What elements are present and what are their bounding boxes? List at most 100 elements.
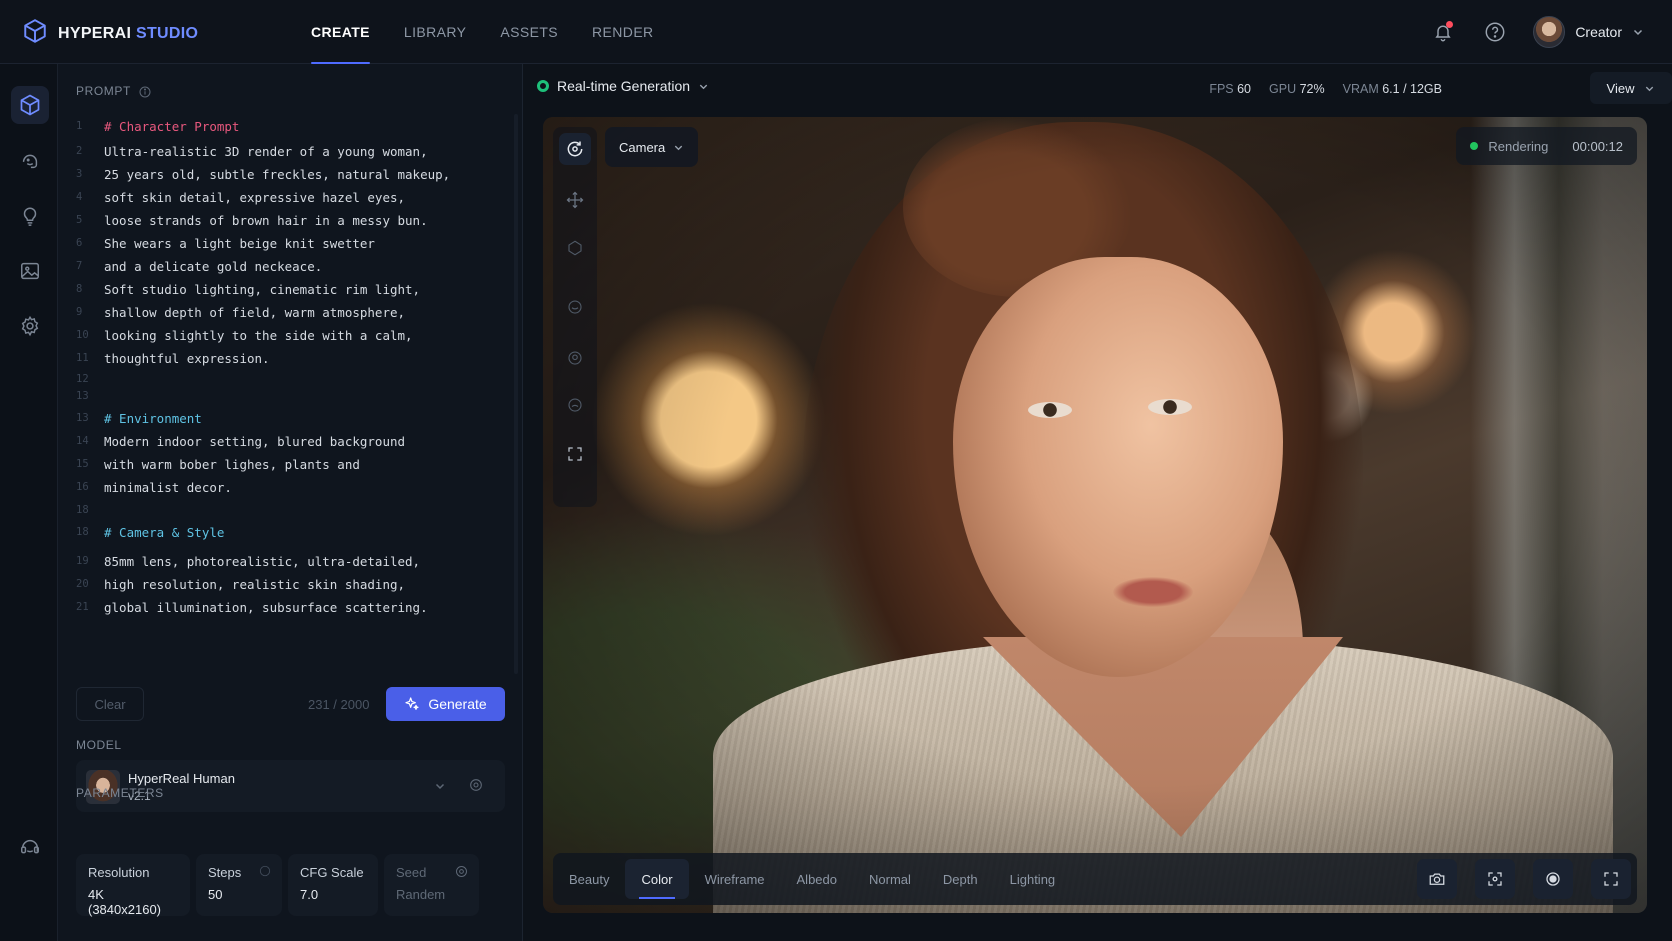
prompt-text: 25 years old, subtle freckles, natural m… xyxy=(104,166,451,182)
code-line: 13 # Environment xyxy=(76,408,202,428)
param-resolution[interactable]: Resolution 4K (3840x2160) xyxy=(76,854,190,917)
prompt-text: global illumination, subsurface scatteri… xyxy=(104,599,428,615)
tool-light[interactable] xyxy=(559,291,591,323)
tab-depth[interactable]: Depth xyxy=(927,859,994,899)
line-number: 13 xyxy=(76,390,89,402)
rail-support[interactable] xyxy=(11,829,49,867)
tab-normal[interactable]: Normal xyxy=(853,859,927,899)
tab-lighting[interactable]: Lighting xyxy=(994,859,1072,899)
expression-icon xyxy=(568,398,582,412)
prompt-scrollbar[interactable] xyxy=(514,114,518,674)
left-rail xyxy=(0,64,62,941)
live-indicator xyxy=(537,80,549,92)
line-number: 18 xyxy=(76,504,89,516)
camera-select[interactable]: Camera xyxy=(605,127,699,167)
param-seed[interactable]: Seed Randem xyxy=(384,854,479,916)
nav-assets[interactable]: ASSETS xyxy=(483,0,575,64)
chevron-down-icon xyxy=(1646,86,1654,91)
rail-ideas[interactable] xyxy=(11,197,49,235)
prompt-text: looking slightly to the side with a calm… xyxy=(104,327,413,343)
render-viewport[interactable]: Camera Rendering 00:00:12 Beauty Color W… xyxy=(543,117,1647,913)
view-label: View xyxy=(1606,80,1635,96)
param-value: 50 xyxy=(208,887,223,902)
prompt-label: PROMPT xyxy=(76,84,151,98)
nav-render[interactable]: RENDER xyxy=(575,0,671,64)
tool-rotate[interactable] xyxy=(559,232,591,264)
character-icon xyxy=(568,351,582,365)
tool-expression[interactable] xyxy=(559,389,591,421)
tool-orbit[interactable] xyxy=(559,133,591,165)
code-line: 13 xyxy=(76,386,104,406)
prompt-text: high resolution, realistic skin shading, xyxy=(104,576,406,592)
prompt-comment: # Camera & Style xyxy=(104,524,225,540)
param-cfg-scale[interactable]: CFG Scale 7.0 xyxy=(288,854,378,916)
generate-button[interactable]: Generate xyxy=(386,687,505,721)
parameters-label: PARAMETERS xyxy=(76,786,164,800)
sparkle-icon xyxy=(405,697,419,710)
prompt-text: shallow depth of field, warm atmosphere, xyxy=(104,304,406,320)
prompt-text: loose strands of brown hair in a messy b… xyxy=(104,212,428,228)
render-pass-bar: Beauty Color Wireframe Albedo Normal Dep… xyxy=(553,853,1637,905)
line-number: 21 xyxy=(76,601,89,613)
line-number: 13 xyxy=(76,412,89,424)
line-number: 1 xyxy=(76,120,83,132)
info-icon xyxy=(139,86,151,98)
help-button[interactable] xyxy=(1481,18,1509,46)
snapshot-button[interactable] xyxy=(1417,859,1457,899)
prompt-text: Soft studio lighting, cinematic rim ligh… xyxy=(104,281,421,297)
code-line: 8 Soft studio lighting, cinematic rim lig… xyxy=(76,279,420,299)
clear-button[interactable]: Clear xyxy=(76,687,144,721)
rail-create[interactable] xyxy=(11,86,62,124)
camera-icon xyxy=(1429,873,1445,885)
line-number: 14 xyxy=(76,435,89,447)
code-line: 2 Ultra-realistic 3D render of a young wo… xyxy=(76,141,428,161)
generation-mode-select[interactable]: Real-time Generation xyxy=(537,78,709,94)
user-menu[interactable]: Creator xyxy=(1533,16,1644,48)
param-name: CFG Scale xyxy=(300,865,364,880)
code-line: 1 # Character Prompt xyxy=(76,116,239,136)
top-bar: HYPERAI STUDIO CREATE LIBRARY ASSETS REN… xyxy=(0,0,1672,64)
chevron-down-icon xyxy=(435,783,445,790)
rail-gallery[interactable] xyxy=(11,252,49,290)
param-steps[interactable]: Steps 50 xyxy=(196,854,282,916)
fps-stat: FPS 60 xyxy=(1209,82,1252,96)
prompt-comment: # Character Prompt xyxy=(104,118,240,134)
tab-albedo[interactable]: Albedo xyxy=(781,859,853,899)
line-number: 2 xyxy=(76,145,83,157)
status-dot xyxy=(1470,142,1479,150)
random-seed-icon xyxy=(456,866,467,877)
move-icon xyxy=(566,191,584,209)
face-icon xyxy=(22,154,38,169)
rail-characters[interactable] xyxy=(11,141,49,179)
tab-wireframe[interactable]: Wireframe xyxy=(689,859,781,899)
nav-create[interactable]: CREATE xyxy=(294,0,387,64)
render-timer: 00:00:12 xyxy=(1572,138,1623,154)
tool-move[interactable] xyxy=(559,184,591,216)
generation-mode-label: Real-time Generation xyxy=(557,78,691,94)
render-status: Rendering 00:00:12 xyxy=(1456,127,1637,165)
view-menu-button[interactable]: View xyxy=(1590,72,1672,104)
tool-frame[interactable] xyxy=(559,438,591,470)
fullscreen-button[interactable] xyxy=(1591,859,1631,899)
generate-label: Generate xyxy=(428,696,487,712)
nav-library[interactable]: LIBRARY xyxy=(387,0,483,64)
record-button[interactable] xyxy=(1533,859,1573,899)
focus-button[interactable] xyxy=(1475,859,1515,899)
tab-color[interactable]: Color xyxy=(625,859,689,899)
line-number: 8 xyxy=(76,283,83,295)
light-icon xyxy=(568,300,582,314)
cube-logo-icon xyxy=(22,18,48,49)
tool-character[interactable] xyxy=(559,342,591,374)
tab-beauty[interactable]: Beauty xyxy=(553,859,625,899)
brand[interactable]: HYPERAI STUDIO xyxy=(22,18,198,49)
image-icon xyxy=(21,262,39,280)
code-line: 16 minimalist decor. xyxy=(76,477,232,497)
prompt-editor[interactable]: 1 # Character Prompt 2 Ultra-realistic 3D r… xyxy=(76,116,516,724)
rail-settings[interactable] xyxy=(11,307,49,345)
top-right-controls: Creator xyxy=(1429,0,1644,64)
cube-icon xyxy=(20,94,40,116)
prompt-text: minimalist decor. xyxy=(104,479,232,495)
notifications-button[interactable] xyxy=(1429,18,1457,46)
code-line: 11 thoughtful expression. xyxy=(76,348,270,368)
rotate-icon xyxy=(568,240,582,256)
